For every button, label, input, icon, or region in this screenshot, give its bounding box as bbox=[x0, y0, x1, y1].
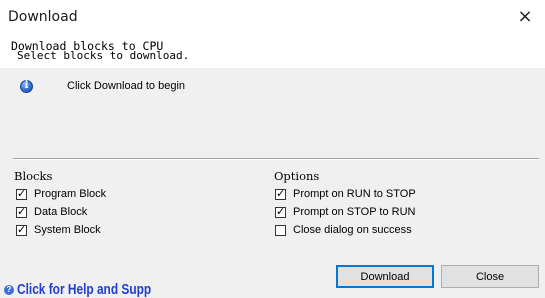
header-subtitle: Select blocks to download. bbox=[17, 49, 190, 62]
checkbox-close-on-success[interactable]: Close dialog on success bbox=[275, 223, 412, 237]
divider bbox=[13, 158, 539, 160]
checkbox-label: System Block bbox=[34, 224, 101, 236]
help-icon: ? bbox=[4, 285, 14, 295]
checkbox-data-block[interactable]: Data Block bbox=[16, 205, 87, 219]
title-bar: Download × bbox=[0, 0, 545, 36]
download-button[interactable]: Download bbox=[336, 265, 434, 288]
header-panel: Download blocks to CPU Select blocks to … bbox=[0, 36, 545, 68]
close-button[interactable]: Close bbox=[441, 265, 539, 288]
checkbox-box[interactable] bbox=[275, 224, 286, 236]
checkbox-box[interactable] bbox=[16, 223, 27, 236]
checkbox-system-block[interactable]: System Block bbox=[16, 223, 101, 237]
checkbox-prompt-run-to-stop[interactable]: Prompt on RUN to STOP bbox=[275, 187, 416, 201]
checkbox-box[interactable] bbox=[275, 187, 286, 200]
close-icon[interactable]: × bbox=[515, 6, 535, 28]
checkbox-box[interactable] bbox=[275, 205, 286, 218]
checkbox-label: Data Block bbox=[34, 206, 88, 218]
checkbox-label: Close dialog on success bbox=[293, 224, 412, 236]
checkbox-label: Prompt on STOP to RUN bbox=[293, 206, 416, 218]
checkbox-prompt-stop-to-run[interactable]: Prompt on STOP to RUN bbox=[275, 205, 415, 219]
checkbox-program-block[interactable]: Program Block bbox=[16, 187, 106, 201]
checkbox-label: Prompt on RUN to STOP bbox=[293, 188, 416, 200]
checkbox-box[interactable] bbox=[16, 187, 27, 200]
body-panel: i Click Download to begin Blocks Program… bbox=[0, 68, 545, 298]
info-icon: i bbox=[20, 80, 33, 93]
status-message: Click Download to begin bbox=[67, 80, 186, 92]
blocks-group-label: Blocks bbox=[14, 169, 53, 183]
help-link-text[interactable]: Click for Help and Supp bbox=[17, 282, 151, 298]
checkbox-label: Program Block bbox=[34, 188, 107, 200]
options-group-label: Options bbox=[274, 169, 320, 183]
help-link[interactable]: ? Click for Help and Supp bbox=[4, 282, 181, 298]
checkbox-box[interactable] bbox=[16, 205, 27, 218]
window-title: Download bbox=[8, 9, 78, 25]
